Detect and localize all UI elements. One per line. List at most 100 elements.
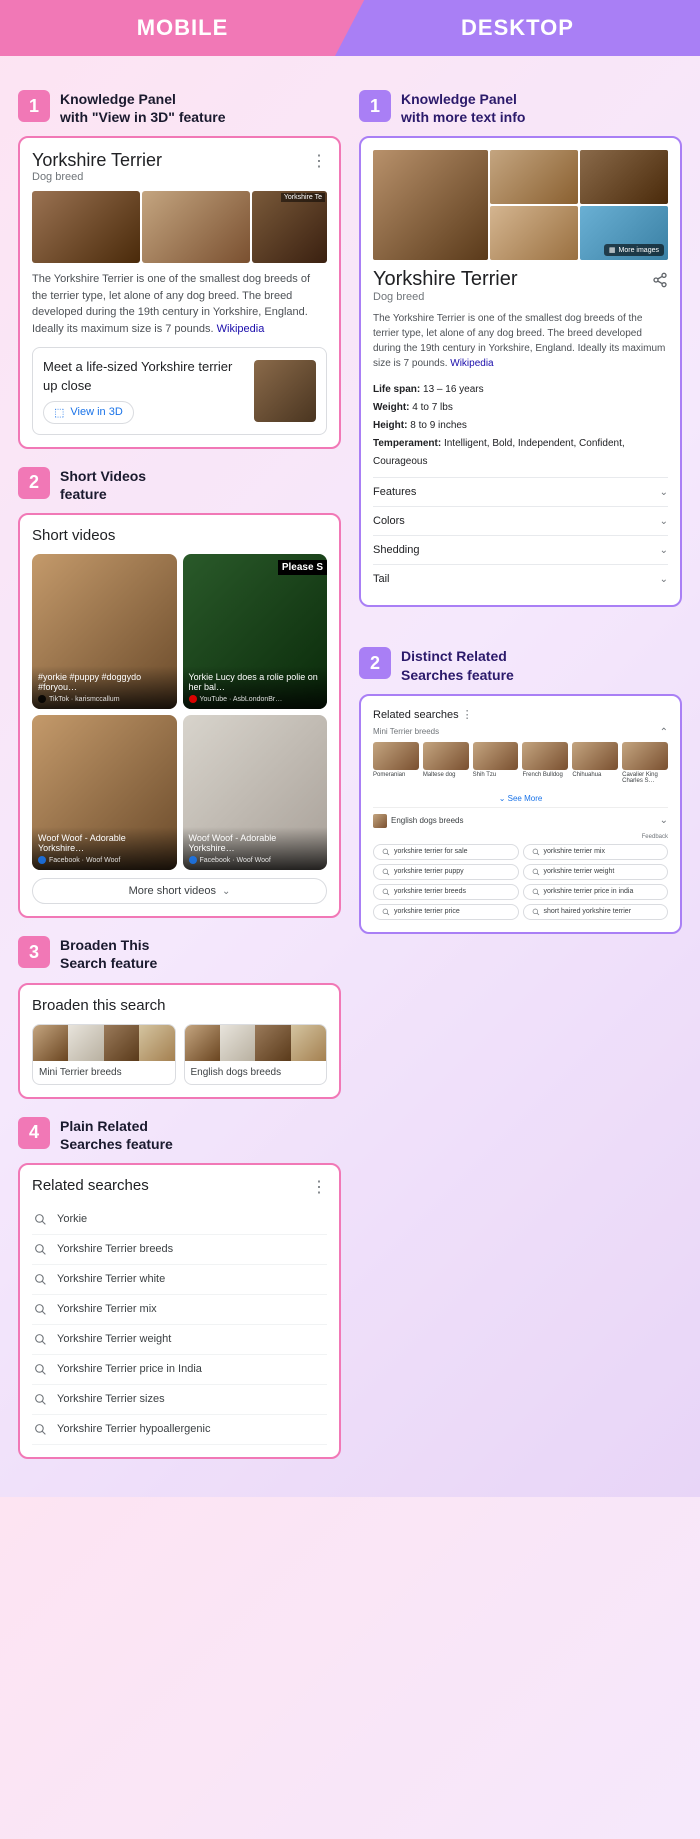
- feedback-link[interactable]: Feedback: [373, 834, 668, 840]
- desktop-column: 1 Knowledge Panel with more text info ▦ …: [359, 76, 682, 1477]
- view-3d-card[interactable]: Meet a life-sized Yorkshire terrier up c…: [32, 347, 327, 434]
- rs-pill[interactable]: yorkshire terrier weight: [523, 864, 669, 880]
- search-icon: [532, 848, 540, 856]
- kp-fact: Life span: 13 – 16 years: [373, 381, 668, 399]
- kp-image[interactable]: [490, 206, 578, 260]
- thumb-icon: [373, 814, 387, 828]
- mobile-section-1-title: Knowledge Panel with "View in 3D" featur…: [60, 90, 226, 126]
- related-search-item[interactable]: Yorkshire Terrier price in India: [32, 1355, 327, 1385]
- rs-pill[interactable]: yorkshire terrier price in india: [523, 884, 669, 900]
- related-search-item[interactable]: Yorkshire Terrier mix: [32, 1295, 327, 1325]
- wikipedia-link[interactable]: Wikipedia: [450, 358, 493, 369]
- search-icon: [34, 1303, 47, 1316]
- rs-thumb[interactable]: French Bulldog: [522, 742, 568, 784]
- mobile-knowledge-panel: Yorkshire Terrier ⋮ Dog breed Yorkshire …: [18, 136, 341, 448]
- mobile-column: 1 Knowledge Panel with "View in 3D" feat…: [18, 76, 341, 1477]
- search-icon: [382, 908, 390, 916]
- rs-thumb[interactable]: Cavalier King Charles S…: [622, 742, 668, 784]
- kp-subtitle: Dog breed: [32, 171, 327, 183]
- kp-title: Yorkshire Terrier: [373, 268, 518, 291]
- desktop-section-1-title: Knowledge Panel with more text info: [401, 90, 525, 126]
- search-icon: [382, 888, 390, 896]
- kp-expand-row[interactable]: Tail⌄: [373, 564, 668, 593]
- short-videos-title: Short videos: [32, 527, 327, 544]
- related-search-item[interactable]: Yorkshire Terrier hypoallergenic: [32, 1415, 327, 1445]
- more-videos-button[interactable]: More short videos ⌄: [32, 878, 327, 904]
- related-search-item[interactable]: Yorkie: [32, 1205, 327, 1235]
- kp-image[interactable]: [373, 150, 488, 260]
- see-more-button[interactable]: ⌄ See More: [373, 790, 668, 808]
- rs-thumb[interactable]: Maltese dog: [423, 742, 469, 784]
- chevron-down-icon: ⌄: [660, 487, 668, 498]
- search-icon: [34, 1273, 47, 1286]
- broaden-item[interactable]: Mini Terrier breeds: [32, 1024, 176, 1085]
- share-icon[interactable]: [652, 272, 668, 288]
- short-video-item[interactable]: Woof Woof - Adorable Yorkshire… Facebook…: [183, 715, 328, 870]
- chevron-down-icon: ⌄: [660, 545, 668, 556]
- search-icon: [532, 888, 540, 896]
- rs-thumb[interactable]: Chihuahua: [572, 742, 618, 784]
- mobile-section-3-badge: 3: [18, 936, 50, 968]
- desktop-knowledge-panel: ▦ More images Yorkshire Terrier Dog bree…: [359, 136, 682, 607]
- broaden-label: Mini Terrier breeds: [33, 1061, 175, 1084]
- cube-icon: ⬚: [54, 406, 64, 419]
- related-search-item[interactable]: Yorkshire Terrier sizes: [32, 1385, 327, 1415]
- rs-pill[interactable]: yorkshire terrier for sale: [373, 844, 519, 860]
- more-icon[interactable]: ⋮: [462, 709, 473, 721]
- kp-image[interactable]: [490, 150, 578, 204]
- video-caption: #yorkie #puppy #doggydo #foryou…: [38, 672, 171, 694]
- search-icon: [34, 1393, 47, 1406]
- video-caption: Yorkie Lucy does a rolie polie on her ba…: [189, 672, 322, 694]
- kp-fact: Height: 8 to 9 inches: [373, 417, 668, 435]
- kp-image[interactable]: [142, 191, 250, 263]
- kp-expand-row[interactable]: Colors⌄: [373, 506, 668, 535]
- kp-image[interactable]: Yorkshire Te: [252, 191, 327, 263]
- image-label: Yorkshire Te: [281, 193, 325, 202]
- rs-pill[interactable]: short haired yorkshire terrier: [523, 904, 669, 920]
- video-caption: Woof Woof - Adorable Yorkshire…: [189, 833, 322, 855]
- short-video-item[interactable]: Please S Yorkie Lucy does a rolie polie …: [183, 554, 328, 709]
- rs-thumb[interactable]: Pomeranian: [373, 742, 419, 784]
- grid-icon: ▦: [609, 246, 616, 254]
- view-3d-button[interactable]: ⬚ View in 3D: [43, 401, 134, 424]
- kp-image[interactable]: [32, 191, 140, 263]
- short-video-item[interactable]: Woof Woof - Adorable Yorkshire… Facebook…: [32, 715, 177, 870]
- kp-expand-row[interactable]: Shedding⌄: [373, 535, 668, 564]
- related-search-item[interactable]: Yorkshire Terrier breeds: [32, 1235, 327, 1265]
- more-icon[interactable]: ⋮: [311, 151, 327, 171]
- search-icon: [382, 848, 390, 856]
- rs-category-2[interactable]: English dogs breeds ⌄: [373, 814, 668, 828]
- more-images-button[interactable]: ▦ More images: [604, 244, 664, 256]
- kp-expand-row[interactable]: Features⌄: [373, 477, 668, 506]
- view-3d-text: Meet a life-sized Yorkshire terrier up c…: [43, 358, 244, 394]
- search-icon: [34, 1213, 47, 1226]
- mobile-section-1-badge: 1: [18, 90, 50, 122]
- kp-image[interactable]: [580, 150, 668, 204]
- chevron-down-icon: ⌄: [660, 574, 668, 585]
- rs-thumb[interactable]: Shih Tzu: [473, 742, 519, 784]
- rs-pill[interactable]: yorkshire terrier puppy: [373, 864, 519, 880]
- kp-title: Yorkshire Terrier: [32, 150, 162, 171]
- more-icon[interactable]: ⋮: [311, 1177, 327, 1197]
- short-video-item[interactable]: #yorkie #puppy #doggydo #foryou… TikTok …: [32, 554, 177, 709]
- video-source: Facebook · Woof Woof: [38, 856, 171, 864]
- video-source: YouTube · AsbLondonBr…: [189, 695, 322, 703]
- chevron-up-icon[interactable]: ⌃: [660, 727, 668, 738]
- mobile-section-2-badge: 2: [18, 467, 50, 499]
- related-search-item[interactable]: Yorkshire Terrier weight: [32, 1325, 327, 1355]
- rs-pill[interactable]: yorkshire terrier mix: [523, 844, 669, 860]
- kp-subtitle: Dog breed: [373, 291, 668, 303]
- related-search-item[interactable]: Yorkshire Terrier white: [32, 1265, 327, 1295]
- video-source: TikTok · karismccallum: [38, 695, 171, 703]
- rs-category[interactable]: Mini Terrier breeds: [373, 727, 439, 738]
- rs-title: Related searches ⋮: [373, 708, 668, 721]
- rs-pill[interactable]: yorkshire terrier breeds: [373, 884, 519, 900]
- kp-description: The Yorkshire Terrier is one of the smal…: [32, 271, 327, 337]
- mobile-section-4-badge: 4: [18, 1117, 50, 1149]
- wikipedia-link[interactable]: Wikipedia: [217, 323, 265, 335]
- search-icon: [382, 868, 390, 876]
- search-icon: [34, 1363, 47, 1376]
- kp-image[interactable]: ▦ More images: [580, 206, 668, 260]
- broaden-item[interactable]: English dogs breeds: [184, 1024, 328, 1085]
- rs-pill[interactable]: yorkshire terrier price: [373, 904, 519, 920]
